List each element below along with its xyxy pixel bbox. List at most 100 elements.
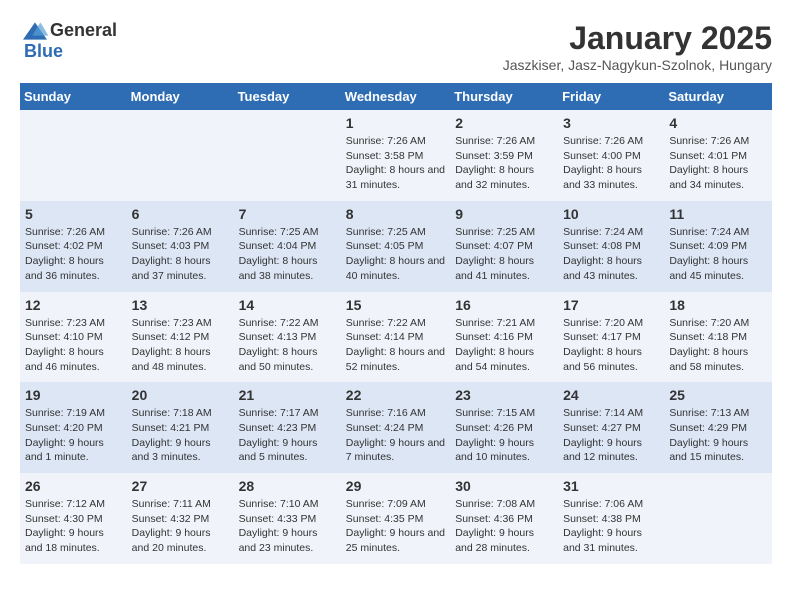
day-info: Sunrise: 7:19 AM Sunset: 4:20 PM Dayligh…	[25, 406, 122, 465]
day-of-week-header: Saturday	[664, 83, 772, 110]
day-number: 27	[132, 478, 229, 494]
calendar-cell	[234, 110, 341, 201]
day-number: 13	[132, 297, 229, 313]
day-number: 16	[455, 297, 553, 313]
day-number: 23	[455, 387, 553, 403]
day-number: 10	[563, 206, 659, 222]
day-of-week-header: Tuesday	[234, 83, 341, 110]
header: General Blue January 2025 Jaszkiser, Jas…	[20, 20, 772, 73]
calendar-cell: 15Sunrise: 7:22 AM Sunset: 4:14 PM Dayli…	[341, 292, 450, 383]
day-number: 2	[455, 115, 553, 131]
day-info: Sunrise: 7:22 AM Sunset: 4:13 PM Dayligh…	[239, 316, 336, 375]
day-info: Sunrise: 7:16 AM Sunset: 4:24 PM Dayligh…	[346, 406, 445, 465]
day-number: 25	[669, 387, 767, 403]
day-info: Sunrise: 7:26 AM Sunset: 4:03 PM Dayligh…	[132, 225, 229, 284]
day-info: Sunrise: 7:25 AM Sunset: 4:07 PM Dayligh…	[455, 225, 553, 284]
day-info: Sunrise: 7:20 AM Sunset: 4:17 PM Dayligh…	[563, 316, 659, 375]
calendar-cell: 31 Sunrise: 7:06 AM Sunset: 4:38 PM Dayli…	[558, 473, 664, 564]
day-number: 21	[239, 387, 336, 403]
day-info: Sunrise: 7:25 AM Sunset: 4:04 PM Dayligh…	[239, 225, 336, 284]
day-number: 28	[239, 478, 336, 494]
calendar-cell: 13Sunrise: 7:23 AM Sunset: 4:12 PM Dayli…	[127, 292, 234, 383]
calendar-cell: 11 Sunrise: 7:24 AM Sunset: 4:09 PM Dayli…	[664, 201, 772, 292]
logo-general-text: General	[50, 20, 117, 41]
calendar-cell: 4 Sunrise: 7:26 AM Sunset: 4:01 PM Daylig…	[664, 110, 772, 201]
calendar-cell: 20 Sunrise: 7:18 AM Sunset: 4:21 PM Dayli…	[127, 382, 234, 473]
day-info: Sunrise: 7:17 AM Sunset: 4:23 PM Dayligh…	[239, 406, 336, 465]
day-info: Sunrise: 7:26 AM Sunset: 4:02 PM Dayligh…	[25, 225, 122, 284]
calendar-week-row: 1 Sunrise: 7:26 AM Sunset: 3:58 PM Daylig…	[20, 110, 772, 201]
day-number: 15	[346, 297, 445, 313]
day-number: 4	[669, 115, 767, 131]
calendar-table: SundayMondayTuesdayWednesdayThursdayFrid…	[20, 83, 772, 564]
day-info: Sunrise: 7:12 AM Sunset: 4:30 PM Dayligh…	[25, 497, 122, 556]
calendar-cell: 24 Sunrise: 7:14 AM Sunset: 4:27 PM Dayli…	[558, 382, 664, 473]
calendar-cell: 12Sunrise: 7:23 AM Sunset: 4:10 PM Dayli…	[20, 292, 127, 383]
calendar-cell	[664, 473, 772, 564]
day-of-week-header: Sunday	[20, 83, 127, 110]
day-info: Sunrise: 7:26 AM Sunset: 4:00 PM Dayligh…	[563, 134, 659, 193]
day-number: 26	[25, 478, 122, 494]
day-info: Sunrise: 7:18 AM Sunset: 4:21 PM Dayligh…	[132, 406, 229, 465]
day-of-week-header: Monday	[127, 83, 234, 110]
day-info: Sunrise: 7:15 AM Sunset: 4:26 PM Dayligh…	[455, 406, 553, 465]
day-number: 29	[346, 478, 445, 494]
day-number: 5	[25, 206, 122, 222]
day-info: Sunrise: 7:26 AM Sunset: 3:59 PM Dayligh…	[455, 134, 553, 193]
day-info: Sunrise: 7:11 AM Sunset: 4:32 PM Dayligh…	[132, 497, 229, 556]
calendar-cell: 7Sunrise: 7:25 AM Sunset: 4:04 PM Daylig…	[234, 201, 341, 292]
calendar-cell: 29 Sunrise: 7:09 AM Sunset: 4:35 PM Dayli…	[341, 473, 450, 564]
day-number: 24	[563, 387, 659, 403]
calendar-cell: 26 Sunrise: 7:12 AM Sunset: 4:30 PM Dayli…	[20, 473, 127, 564]
day-number: 14	[239, 297, 336, 313]
calendar-week-row: 26 Sunrise: 7:12 AM Sunset: 4:30 PM Dayli…	[20, 473, 772, 564]
day-of-week-header: Friday	[558, 83, 664, 110]
day-info: Sunrise: 7:25 AM Sunset: 4:05 PM Dayligh…	[346, 225, 445, 284]
calendar-header-row: SundayMondayTuesdayWednesdayThursdayFrid…	[20, 83, 772, 110]
calendar-cell: 25 Sunrise: 7:13 AM Sunset: 4:29 PM Dayli…	[664, 382, 772, 473]
day-number: 6	[132, 206, 229, 222]
day-number: 30	[455, 478, 553, 494]
calendar-cell: 1 Sunrise: 7:26 AM Sunset: 3:58 PM Daylig…	[341, 110, 450, 201]
logo: General Blue	[20, 20, 117, 62]
day-info: Sunrise: 7:26 AM Sunset: 4:01 PM Dayligh…	[669, 134, 767, 193]
day-info: Sunrise: 7:13 AM Sunset: 4:29 PM Dayligh…	[669, 406, 767, 465]
calendar-week-row: 5 Sunrise: 7:26 AM Sunset: 4:02 PM Daylig…	[20, 201, 772, 292]
day-number: 8	[346, 206, 445, 222]
calendar-subtitle: Jaszkiser, Jasz-Nagykun-Szolnok, Hungary	[503, 57, 772, 73]
calendar-cell: 6 Sunrise: 7:26 AM Sunset: 4:03 PM Daylig…	[127, 201, 234, 292]
day-info: Sunrise: 7:08 AM Sunset: 4:36 PM Dayligh…	[455, 497, 553, 556]
day-number: 22	[346, 387, 445, 403]
calendar-cell: 3Sunrise: 7:26 AM Sunset: 4:00 PM Daylig…	[558, 110, 664, 201]
calendar-week-row: 12Sunrise: 7:23 AM Sunset: 4:10 PM Dayli…	[20, 292, 772, 383]
calendar-cell: 16Sunrise: 7:21 AM Sunset: 4:16 PM Dayli…	[450, 292, 558, 383]
day-of-week-header: Wednesday	[341, 83, 450, 110]
calendar-week-row: 19 Sunrise: 7:19 AM Sunset: 4:20 PM Dayli…	[20, 382, 772, 473]
day-info: Sunrise: 7:26 AM Sunset: 3:58 PM Dayligh…	[346, 134, 445, 193]
calendar-cell: 19 Sunrise: 7:19 AM Sunset: 4:20 PM Dayli…	[20, 382, 127, 473]
day-info: Sunrise: 7:24 AM Sunset: 4:08 PM Dayligh…	[563, 225, 659, 284]
day-info: Sunrise: 7:20 AM Sunset: 4:18 PM Dayligh…	[669, 316, 767, 375]
calendar-cell	[20, 110, 127, 201]
day-info: Sunrise: 7:14 AM Sunset: 4:27 PM Dayligh…	[563, 406, 659, 465]
day-info: Sunrise: 7:06 AM Sunset: 4:38 PM Dayligh…	[563, 497, 659, 556]
day-number: 18	[669, 297, 767, 313]
logo-icon	[20, 21, 50, 41]
logo-blue-text: Blue	[24, 41, 63, 62]
calendar-cell: 28Sunrise: 7:10 AM Sunset: 4:33 PM Dayli…	[234, 473, 341, 564]
day-number: 19	[25, 387, 122, 403]
day-number: 1	[346, 115, 445, 131]
calendar-cell: 22 Sunrise: 7:16 AM Sunset: 4:24 PM Dayli…	[341, 382, 450, 473]
day-number: 11	[669, 206, 767, 222]
calendar-cell: 30 Sunrise: 7:08 AM Sunset: 4:36 PM Dayli…	[450, 473, 558, 564]
day-number: 20	[132, 387, 229, 403]
day-number: 17	[563, 297, 659, 313]
day-info: Sunrise: 7:23 AM Sunset: 4:10 PM Dayligh…	[25, 316, 122, 375]
day-info: Sunrise: 7:24 AM Sunset: 4:09 PM Dayligh…	[669, 225, 767, 284]
calendar-cell: 21 Sunrise: 7:17 AM Sunset: 4:23 PM Dayli…	[234, 382, 341, 473]
day-info: Sunrise: 7:09 AM Sunset: 4:35 PM Dayligh…	[346, 497, 445, 556]
calendar-cell: 18 Sunrise: 7:20 AM Sunset: 4:18 PM Dayli…	[664, 292, 772, 383]
calendar-cell: 27 Sunrise: 7:11 AM Sunset: 4:32 PM Dayli…	[127, 473, 234, 564]
day-number: 31	[563, 478, 659, 494]
calendar-cell: 8 Sunrise: 7:25 AM Sunset: 4:05 PM Daylig…	[341, 201, 450, 292]
